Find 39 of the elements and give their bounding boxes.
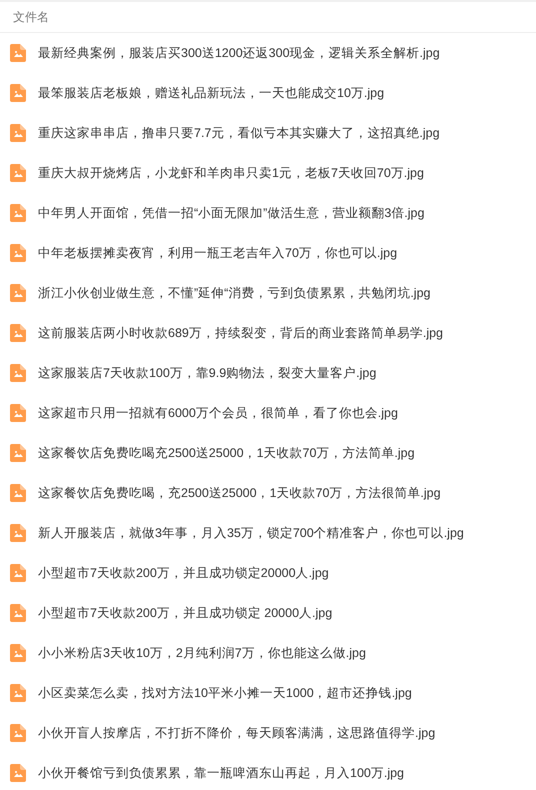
file-name[interactable]: 这家餐饮店免费吃喝，充2500送25000，1天收款70万，方法很简单.jpg (38, 484, 441, 502)
file-name[interactable]: 浙江小伙创业做生意，不懂”延伸“消费，亏到负债累累，共勉闭坑.jpg (38, 284, 430, 302)
image-file-icon (10, 84, 26, 102)
image-file-icon (10, 124, 26, 142)
column-header[interactable]: 文件名 (13, 8, 49, 26)
file-name[interactable]: 小伙开餐馆亏到负债累累，靠一瓶啤酒东山再起，月入100万.jpg (38, 764, 404, 782)
file-name[interactable]: 这前服装店两小时收款689万，持续裂变，背后的商业套路简单易学.jpg (38, 324, 444, 342)
file-name[interactable]: 最新经典案例，服装店买300送1200还返300现金，逻辑关系全解析.jpg (38, 44, 440, 62)
image-file-icon (10, 484, 26, 502)
image-file-icon (10, 564, 26, 582)
image-file-icon (10, 524, 26, 542)
image-file-icon (10, 644, 26, 662)
image-file-icon (10, 244, 26, 262)
image-file-icon (10, 44, 26, 62)
image-file-icon (10, 284, 26, 302)
file-name[interactable]: 重庆大叔开烧烤店，小龙虾和羊肉串只卖1元，老板7天收回70万.jpg (38, 164, 424, 182)
file-name[interactable]: 小伙开盲人按摩店，不打折不降价，每天顾客满满，这思路值得学.jpg (38, 724, 436, 742)
file-name[interactable]: 小小米粉店3天收10万，2月纯利润7万，你也能这么做.jpg (38, 644, 366, 662)
image-file-icon (10, 404, 26, 422)
image-file-icon (10, 324, 26, 342)
file-name[interactable]: 这家超市只用一招就有6000万个会员，很简单，看了你也会.jpg (38, 404, 398, 422)
image-file-icon (10, 724, 26, 742)
file-name[interactable]: 这家餐饮店免费吃喝充2500送25000，1天收款70万，方法简单.jpg (38, 444, 415, 462)
file-name[interactable]: 中年老板摆摊卖夜宵，利用一瓶王老吉年入70万，你也可以.jpg (38, 244, 398, 262)
file-name[interactable]: 最笨服装店老板娘，赠送礼品新玩法，一天也能成交10万.jpg (38, 84, 384, 102)
file-name[interactable]: 这家服装店7天收款100万，靠9.9购物法，裂变大量客户.jpg (38, 364, 376, 382)
file-name[interactable]: 重庆这家串串店，撸串只要7.7元，看似亏本其实赚大了，这招真绝.jpg (38, 124, 440, 142)
file-name[interactable]: 小型超市7天收款200万，并且成功锁定 20000人.jpg (38, 604, 332, 622)
image-file-icon (10, 204, 26, 222)
image-file-icon (10, 164, 26, 182)
file-name[interactable]: 中年男人开面馆，凭借一招“小面无限加”做活生意，营业额翻3倍.jpg (38, 204, 424, 222)
file-name[interactable]: 小型超市7天收款200万，并且成功锁定20000人.jpg (38, 564, 329, 582)
image-file-icon (10, 444, 26, 462)
image-file-icon (10, 364, 26, 382)
image-file-icon (10, 764, 26, 782)
image-file-icon (10, 604, 26, 622)
file-name[interactable]: 小区卖菜怎么卖，找对方法10平米小摊一天1000，超市还挣钱.jpg (38, 684, 412, 702)
image-file-icon (10, 684, 26, 702)
file-name[interactable]: 新人开服装店，就做3年事，月入35万，锁定700个精准客户，你也可以.jpg (38, 524, 464, 542)
